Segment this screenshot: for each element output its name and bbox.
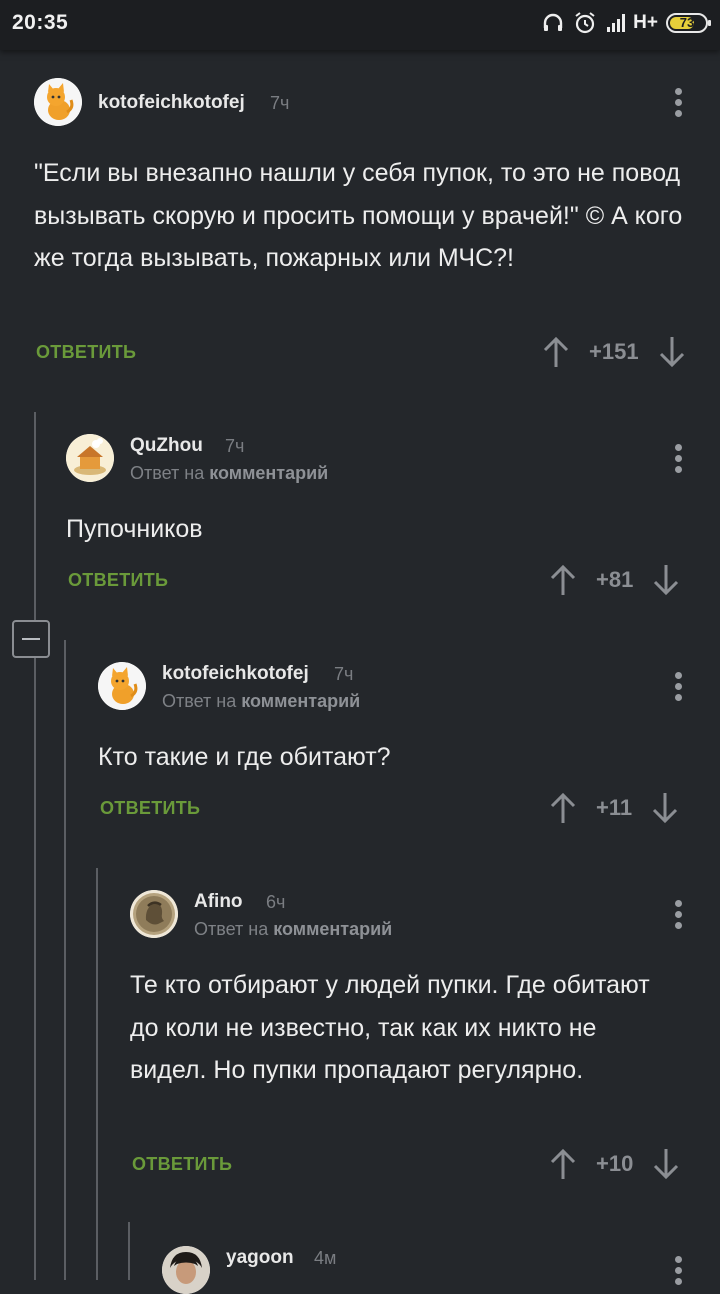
reply-to-prefix: Ответ на bbox=[162, 691, 237, 711]
reply-button[interactable]: ОТВЕТИТЬ bbox=[68, 570, 168, 591]
author-name[interactable]: Afino bbox=[194, 891, 243, 913]
comment-time: 6ч bbox=[266, 892, 286, 912]
comment-time: 7ч bbox=[270, 93, 290, 113]
upvote-icon[interactable] bbox=[541, 335, 571, 369]
comment-text: Пупочников bbox=[66, 515, 203, 543]
status-icons: H+ 73 bbox=[541, 11, 711, 35]
reply-to-prefix: Ответ на bbox=[194, 919, 269, 939]
avatar[interactable] bbox=[66, 434, 114, 482]
more-options-icon[interactable] bbox=[672, 1256, 684, 1288]
battery-indicator: 73 bbox=[666, 13, 711, 33]
thread-line-level2 bbox=[64, 640, 66, 1280]
status-time: 20:35 bbox=[12, 11, 69, 34]
collapse-thread-button[interactable] bbox=[12, 620, 50, 658]
battery-tip bbox=[708, 20, 711, 26]
upvote-icon[interactable] bbox=[548, 1147, 578, 1181]
status-bar: 20:35 H+ 73 bbox=[0, 0, 720, 50]
battery-percent: 73 bbox=[679, 15, 695, 30]
network-type: H+ bbox=[633, 12, 658, 33]
house-avatar-icon bbox=[66, 434, 114, 482]
author-name[interactable]: kotofeichkotofej bbox=[162, 663, 309, 685]
reply-to-link[interactable]: комментарий bbox=[241, 691, 360, 711]
author-name[interactable]: yagoon bbox=[226, 1247, 294, 1269]
reply-button[interactable]: ОТВЕТИТЬ bbox=[132, 1154, 232, 1175]
thread-line-level3 bbox=[96, 868, 98, 1280]
vote-controls: +10 bbox=[548, 1147, 681, 1181]
reply-button[interactable]: ОТВЕТИТЬ bbox=[36, 342, 136, 363]
more-options-icon[interactable] bbox=[672, 444, 684, 476]
reply-button[interactable]: ОТВЕТИТЬ bbox=[100, 798, 200, 819]
comment-time: 7ч bbox=[334, 664, 354, 684]
headset-icon bbox=[543, 13, 563, 31]
reply-to-link[interactable]: комментарий bbox=[209, 463, 328, 483]
upvote-icon[interactable] bbox=[548, 791, 578, 825]
vote-score: +151 bbox=[589, 339, 639, 364]
vote-score: +11 bbox=[596, 795, 633, 820]
upvote-icon[interactable] bbox=[548, 563, 578, 597]
author-name[interactable]: QuZhou bbox=[130, 435, 203, 457]
downvote-icon[interactable] bbox=[651, 1147, 681, 1181]
more-options-icon[interactable] bbox=[672, 900, 684, 932]
thread-line-level4 bbox=[128, 1222, 130, 1280]
downvote-icon[interactable] bbox=[650, 791, 680, 825]
downvote-icon[interactable] bbox=[651, 563, 681, 597]
comment-text: "Если вы внезапно нашли у себя пупок, то… bbox=[34, 159, 683, 272]
person-avatar-icon bbox=[162, 1246, 210, 1294]
avatar[interactable] bbox=[130, 890, 178, 938]
comment-time: 4м bbox=[314, 1248, 337, 1268]
alarm-icon bbox=[575, 12, 595, 34]
thread-line-level1 bbox=[34, 412, 36, 1280]
vote-controls: +151 bbox=[541, 335, 687, 369]
cat-avatar-icon bbox=[98, 662, 146, 710]
cat-avatar-icon bbox=[34, 78, 82, 126]
vote-score: +10 bbox=[596, 1151, 634, 1176]
avatar[interactable] bbox=[34, 78, 82, 126]
comment-time: 7ч bbox=[225, 436, 245, 456]
comment-text: Кто такие и где обитают? bbox=[98, 743, 391, 771]
avatar[interactable] bbox=[162, 1246, 210, 1294]
signal-icon bbox=[607, 14, 626, 32]
avatar[interactable] bbox=[98, 662, 146, 710]
vote-controls: +11 bbox=[548, 791, 680, 825]
downvote-icon[interactable] bbox=[657, 335, 687, 369]
coin-avatar-icon bbox=[130, 890, 178, 938]
reply-to-link[interactable]: комментарий bbox=[273, 919, 392, 939]
comment-text: Те кто отбирают у людей пупки. Где обита… bbox=[130, 971, 650, 1084]
vote-score: +81 bbox=[596, 567, 634, 592]
reply-to-info: Ответ на комментарий bbox=[130, 463, 328, 484]
more-options-icon[interactable] bbox=[672, 672, 684, 704]
reply-to-info: Ответ на комментарий bbox=[194, 919, 392, 940]
reply-to-prefix: Ответ на bbox=[130, 463, 205, 483]
author-name[interactable]: kotofeichkotofej bbox=[98, 92, 245, 114]
vote-controls: +81 bbox=[548, 563, 681, 597]
reply-to-info: Ответ на комментарий bbox=[162, 691, 360, 712]
more-options-icon[interactable] bbox=[672, 88, 684, 120]
